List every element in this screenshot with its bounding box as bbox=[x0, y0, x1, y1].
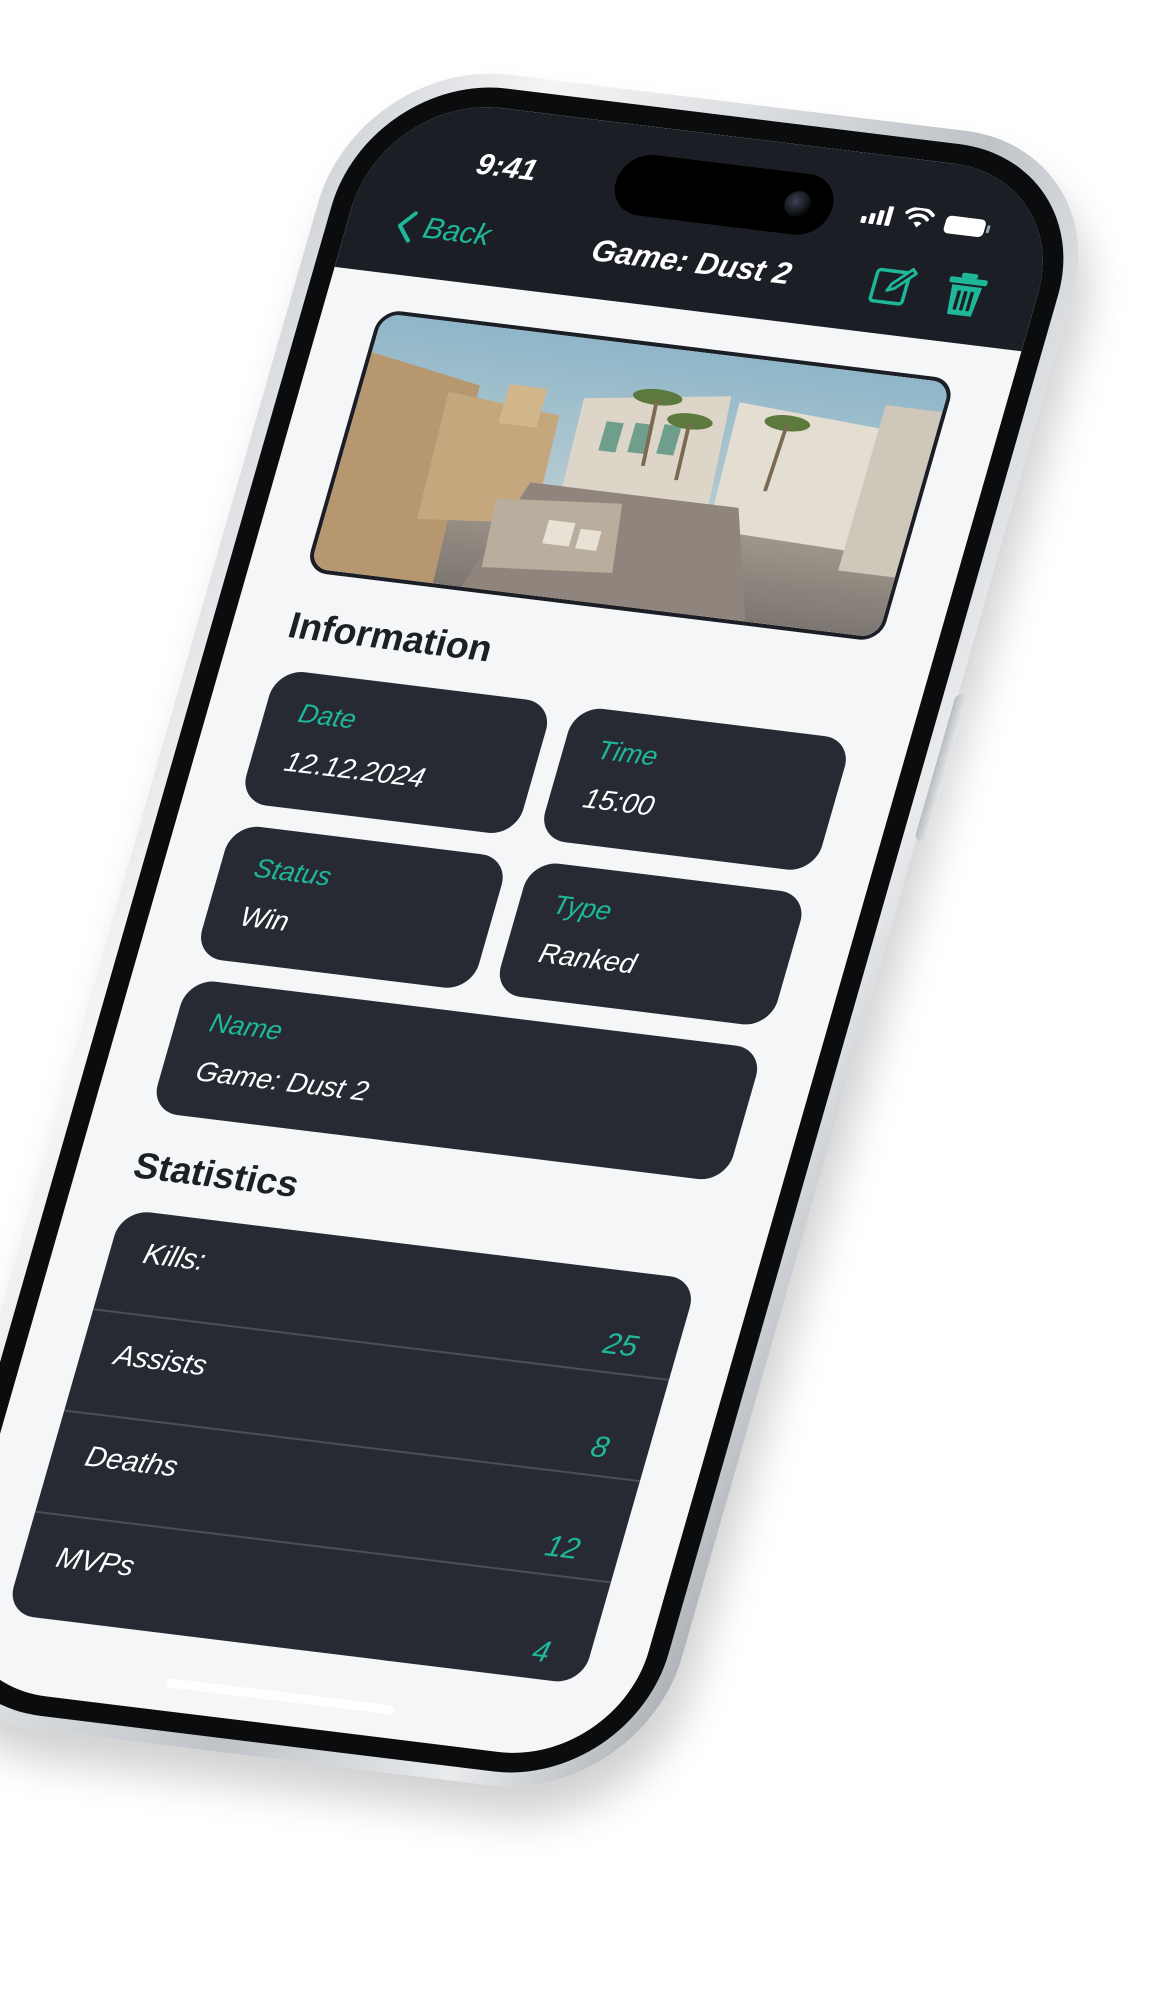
information-grid: Date 12.12.2024 Time 15:00 Status Win Ty… bbox=[149, 668, 853, 1183]
type-label: Type bbox=[549, 889, 616, 927]
date-card: Date 12.12.2024 bbox=[238, 668, 554, 837]
stat-label: Assists bbox=[110, 1339, 211, 1383]
time-value: 15:00 bbox=[579, 782, 659, 822]
stat-label: Kills: bbox=[139, 1238, 210, 1278]
statistics-list: Kills: 25 Assists 8 Deaths 12 MVPs 4 bbox=[5, 1209, 698, 1685]
battery-icon bbox=[942, 215, 988, 238]
stat-value: 4 bbox=[528, 1634, 555, 1669]
dynamic-island bbox=[607, 151, 842, 239]
time-card: Time 15:00 bbox=[537, 705, 853, 873]
date-label: Date bbox=[295, 698, 361, 735]
time-label: Time bbox=[593, 734, 662, 772]
status-card: Status Win bbox=[194, 823, 510, 991]
nav-actions bbox=[864, 259, 995, 320]
screen: 9:41 Back Game: Dust 2 Information Date … bbox=[0, 93, 1072, 1767]
stat-value: 8 bbox=[587, 1430, 613, 1465]
status-icons bbox=[860, 201, 988, 238]
camera-icon bbox=[781, 189, 815, 219]
stat-value: 25 bbox=[599, 1327, 642, 1364]
map-screenshot-image bbox=[309, 313, 951, 638]
stat-label: MVPs bbox=[52, 1542, 139, 1583]
content: Information Date 12.12.2024 Time 15:00 S… bbox=[0, 267, 1021, 1766]
status-time: 9:41 bbox=[472, 147, 542, 188]
wifi-icon bbox=[905, 206, 935, 228]
map-image bbox=[304, 308, 956, 643]
stat-value: 12 bbox=[541, 1529, 584, 1566]
device-mockup: 9:41 Back Game: Dust 2 Information Date … bbox=[0, 0, 1170, 2010]
cellular-signal-icon bbox=[860, 203, 895, 227]
phone: 9:41 Back Game: Dust 2 Information Date … bbox=[0, 56, 1115, 1804]
date-value: 12.12.2024 bbox=[281, 746, 429, 794]
stat-label: Deaths bbox=[81, 1440, 182, 1484]
status-label: Status bbox=[250, 853, 336, 892]
type-value: Ranked bbox=[535, 937, 640, 980]
type-card: Type Ranked bbox=[493, 860, 809, 1028]
status-value: Win bbox=[236, 900, 293, 937]
